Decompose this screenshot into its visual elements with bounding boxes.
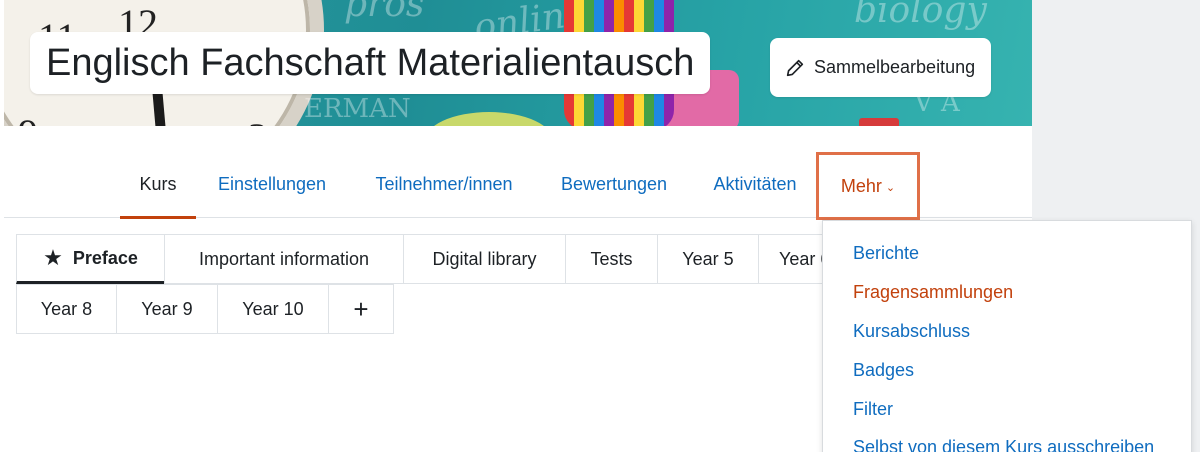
tab-year-9[interactable]: Year 9: [116, 284, 218, 334]
tab-year-8[interactable]: Year 8: [16, 284, 117, 334]
chalk-text: biology: [854, 0, 987, 31]
chalk-text: ERMAN: [304, 94, 411, 124]
nav-more-dropdown-toggle[interactable]: Mehr ⌄: [816, 152, 920, 220]
tab-digital-library[interactable]: Digital library: [403, 234, 566, 284]
tab-preface[interactable]: ★ Preface: [16, 234, 165, 284]
section-tabs-row-2: Year 8 Year 9 Year 10 +: [16, 284, 805, 334]
menu-item-badges[interactable]: Badges: [853, 360, 914, 381]
plus-icon: +: [353, 293, 369, 324]
menu-item-fragensammlungen[interactable]: Fragensammlungen: [853, 282, 1013, 303]
star-icon: ★: [43, 245, 63, 270]
pencil-icon: [786, 59, 804, 76]
bulk-edit-button[interactable]: Sammelbearbeitung: [770, 38, 992, 97]
tab-year-5[interactable]: Year 5: [657, 234, 759, 284]
menu-item-kursabschluss[interactable]: Kursabschluss: [853, 321, 970, 342]
more-dropdown-menu: Berichte Fragensammlungen Kursabschluss …: [822, 220, 1192, 452]
tab-important-information[interactable]: Important information: [164, 234, 404, 284]
section-tabs-row-1: ★ Preface Important information Digital …: [16, 234, 848, 284]
nav-tab-aktivitaeten[interactable]: Aktivitäten: [704, 150, 806, 218]
course-title: Englisch Fachschaft Materialientausch: [30, 32, 711, 94]
apple-illustration: [424, 112, 554, 126]
nav-tab-einstellungen[interactable]: Einstellungen: [210, 150, 334, 218]
menu-item-unenrol[interactable]: Selbst von diesem Kurs ausschreiben: [853, 437, 1154, 452]
tab-year-10[interactable]: Year 10: [217, 284, 329, 334]
nav-tab-kurs[interactable]: Kurs: [120, 150, 196, 219]
nav-tab-bewertungen[interactable]: Bewertungen: [554, 150, 674, 218]
menu-item-filter[interactable]: Filter: [853, 399, 893, 420]
chalk-text: pros: [344, 0, 425, 25]
add-section-button[interactable]: +: [328, 284, 394, 334]
menu-item-berichte[interactable]: Berichte: [853, 243, 919, 264]
nav-tab-teilnehmer[interactable]: Teilnehmer/innen: [364, 150, 524, 218]
bulk-edit-label: Sammelbearbeitung: [814, 57, 976, 77]
tab-tests[interactable]: Tests: [565, 234, 658, 284]
nav-more-label: Mehr: [840, 175, 882, 196]
chevron-down-icon: ⌄: [885, 182, 896, 194]
